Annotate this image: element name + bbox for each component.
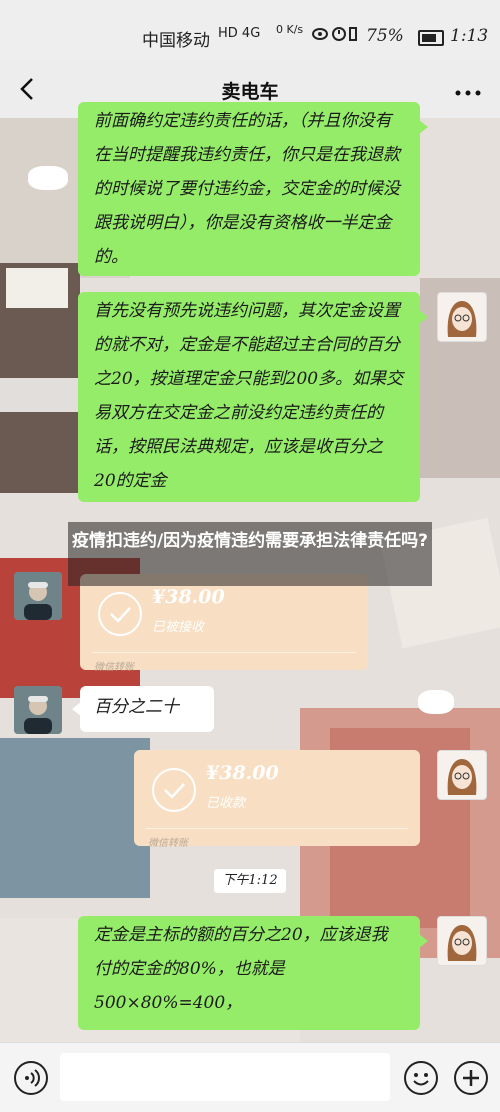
input-bar [0,1042,500,1112]
girl-avatar-icon [447,301,477,337]
transfer-divider [92,652,356,653]
person-avatar-icon [14,572,62,620]
emoji-button[interactable] [404,1061,438,1095]
avatar-self[interactable] [437,750,487,800]
wallpaper-photo-sea [0,738,150,898]
message-text: 百分之二十 [94,697,179,717]
avatar-self[interactable] [437,292,487,342]
message-bubble[interactable]: 定金是主标的额的百分之20，应该退我付的定金的80%，也就是500×80%=40… [78,916,428,1030]
avatar-self[interactable] [437,916,487,966]
transfer-footer: 微信转账 [94,662,134,673]
signal-indicator: HD 4G [218,26,261,41]
more-dots-icon [455,90,481,96]
transfer-card[interactable]: ¥38.00 已收款 微信转账 [134,750,420,849]
person-avatar-icon [14,686,62,734]
battery-percent: 75% [366,26,404,46]
girl-avatar-icon [447,759,477,795]
wallpaper-sheet [6,268,68,308]
check-circle-icon [152,768,196,812]
wallpaper-sticker [418,690,454,714]
message-timestamp: 下午1:12 [214,869,286,893]
check-icon [164,783,185,799]
status-icons [312,25,360,47]
wallpaper-sticker [28,166,68,190]
voice-button[interactable] [14,1061,48,1095]
chevron-left-icon [20,78,33,100]
battery-icon [418,30,444,46]
eye-alarm-icon [312,27,357,41]
transfer-card[interactable]: ¥38.00 已被接收 微信转账 [80,574,368,673]
message-bubble[interactable]: 首先没有预先说违约问题，其次定金设置的就不对，定金是不能超过主合同的百分之20，… [78,292,428,502]
message-text: 首先没有预先说违约问题，其次定金设置的就不对，定金是不能超过主合同的百分之20，… [94,301,404,491]
transfer-amount: ¥38.00 [206,762,279,784]
more-actions-button[interactable] [454,1061,488,1095]
message-input[interactable] [60,1053,390,1101]
status-bar: 中国移动 HD 4G 0 K/s 75% 1:13 [0,0,500,62]
transfer-status: 已收款 [206,796,246,811]
net-speed: 0 K/s [276,23,304,36]
transfer-footer: 微信转账 [148,838,188,849]
more-button[interactable] [454,84,482,96]
article-title-overlay: 疫情扣违约/因为疫情违约需要承担法律责任吗? [68,522,432,586]
voice-icon [25,1069,40,1087]
message-bubble[interactable]: 百分之二十 [72,686,214,732]
check-circle-icon [98,592,142,636]
plus-icon [463,1070,479,1086]
wallpaper-book [0,378,80,412]
transfer-divider [146,828,408,829]
emoji-icon [413,1073,429,1086]
avatar-contact[interactable] [14,572,62,620]
check-icon [110,607,131,623]
avatar-contact[interactable] [14,686,62,734]
transfer-amount: ¥38.00 [152,586,225,608]
message-text: 前面确约定违约责任的话，（并且你没有在当时提醒我违约责任，你只是在我退款的时候说… [94,111,400,267]
carrier-label: 中国移动 [142,31,210,51]
chat-title: 卖电车 [221,81,279,103]
message-text: 定金是主标的额的百分之20，应该退我付的定金的80%，也就是500×80%=40… [94,925,388,1013]
message-bubble[interactable]: 前面确约定违约责任的话，（并且你没有在当时提醒我违约责任，你只是在我退款的时候说… [78,102,428,276]
girl-avatar-icon [447,925,477,961]
transfer-status: 已被接收 [152,620,205,635]
clock: 1:13 [450,26,489,46]
back-button[interactable] [14,72,44,106]
